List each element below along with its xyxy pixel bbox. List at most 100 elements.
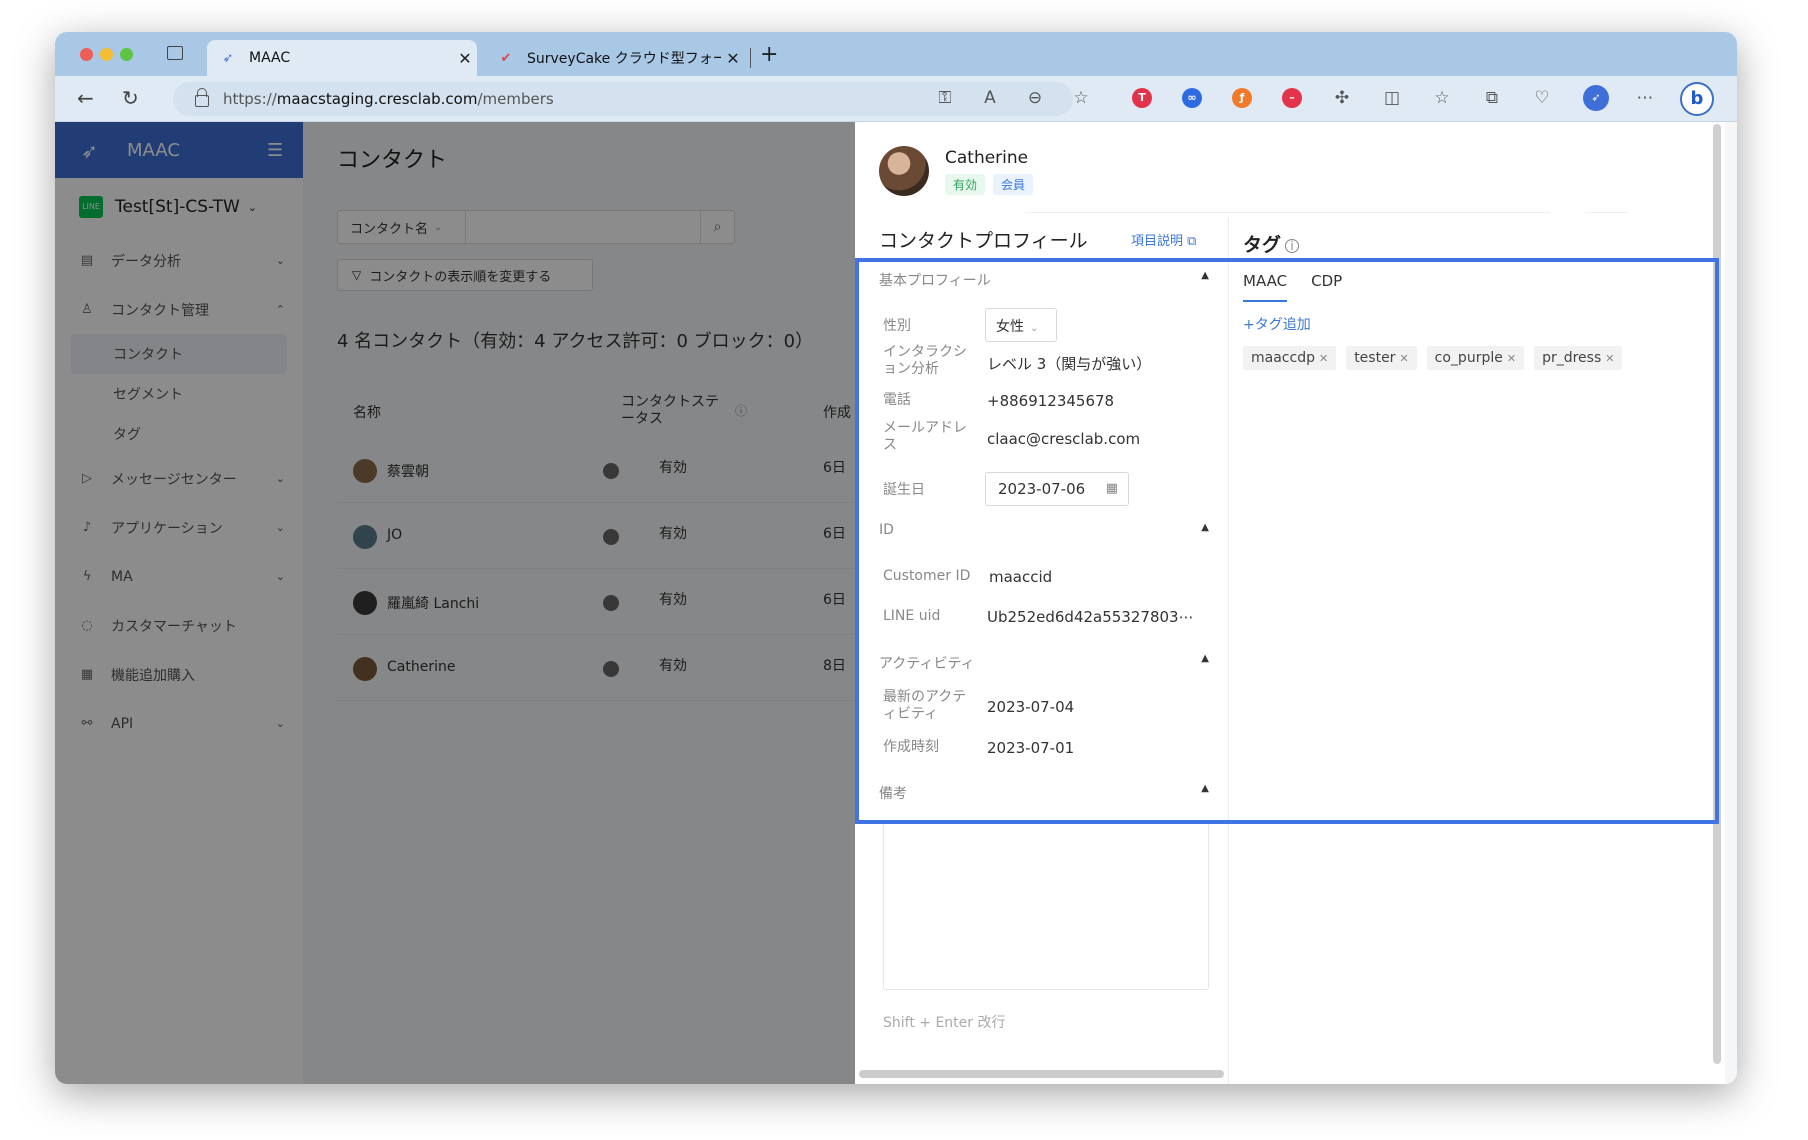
calendar-icon: ▦ xyxy=(1105,481,1118,496)
close-tab-icon[interactable]: ✕ xyxy=(721,49,745,68)
id-section-header[interactable]: ID ▲ xyxy=(879,522,1209,538)
extension-link-icon[interactable]: ∞ xyxy=(1182,88,1202,108)
memo-section-header[interactable]: 備考 ▲ xyxy=(879,783,1209,803)
search-icon[interactable]: ⌕ xyxy=(700,211,734,243)
chevron-up-icon: ▲ xyxy=(1201,270,1209,281)
field-description-link[interactable]: 項目説明 ⧉ xyxy=(1131,230,1196,249)
section-label: アクティビティ xyxy=(879,656,975,672)
horizontal-scrollbar[interactable] xyxy=(859,1070,1224,1078)
birthday-date-picker[interactable]: 2023-07-06 ▦ xyxy=(985,472,1129,506)
more-menu-icon[interactable]: ⋯ xyxy=(1633,88,1657,108)
address-bar: ← ↻ https://maacstaging.cresclab.com/mem… xyxy=(55,76,1737,122)
sidebar-subitem-tags[interactable]: タグ xyxy=(55,414,303,454)
sidebar-subitem-contacts[interactable]: コンタクト xyxy=(71,334,287,374)
tag-label: co_purple xyxy=(1434,350,1503,366)
contact-status: 有効 xyxy=(659,592,687,608)
send-icon: ▷ xyxy=(82,471,92,486)
remove-tag-icon[interactable]: ✕ xyxy=(1605,352,1614,365)
search-filter: コンタクト名 ⌄ ⌕ xyxy=(337,210,735,244)
extension-minus-icon[interactable]: – xyxy=(1282,88,1302,108)
table-row[interactable]: Catherine 有効 8日 xyxy=(337,635,903,701)
tab-actions-icon[interactable] xyxy=(167,46,183,60)
tab-cdp-tags[interactable]: CDP xyxy=(1311,272,1342,302)
back-icon[interactable]: ← xyxy=(77,86,94,110)
remove-tag-icon[interactable]: ✕ xyxy=(1399,352,1408,365)
workspace-selector[interactable]: LINE Test[St]-CS-TW ⌄ xyxy=(55,178,303,236)
sidebar-subitem-label: タグ xyxy=(113,427,141,443)
sidebar-item-ma[interactable]: ϟ MA ⌄ xyxy=(55,552,303,601)
minimize-window-button[interactable] xyxy=(100,48,113,61)
sidebar-item-api[interactable]: ⚯ API ⌄ xyxy=(55,699,303,748)
sidebar-item-label: カスタマーチャット xyxy=(111,618,237,635)
tag-tabs: MAAC CDP xyxy=(1243,272,1342,302)
table-row[interactable]: JO 有効 6日 xyxy=(337,503,903,569)
split-screen-icon[interactable]: ◫ xyxy=(1380,88,1404,108)
contact-date: 6日 xyxy=(823,526,846,542)
zoom-out-icon[interactable]: ⊖ xyxy=(1023,88,1047,108)
tab-maac[interactable]: ➶ MAAC ✕ xyxy=(207,40,477,76)
table-row[interactable]: 羅嵐綺 Lanchi 有効 6日 xyxy=(337,569,903,635)
gender-select[interactable]: 女性 ⌄ xyxy=(985,308,1057,342)
profile-avatar-icon[interactable]: ➶ xyxy=(1583,85,1609,111)
extension-red-icon[interactable]: T xyxy=(1132,88,1152,108)
read-aloud-icon[interactable]: A xyxy=(978,88,1002,108)
tab-surveycake[interactable]: ✔ SurveyCake クラウド型フォー… ✕ xyxy=(485,40,745,76)
chevron-down-icon: ⌄ xyxy=(275,521,285,534)
chat-icon[interactable] xyxy=(603,661,619,677)
contact-name: JO xyxy=(387,527,403,543)
sidebar-item-customer-chat[interactable]: ◌ カスタマーチャット xyxy=(55,601,303,650)
contact-date: 8日 xyxy=(823,658,846,674)
collections-icon[interactable]: ⧉ xyxy=(1480,88,1504,108)
key-icon[interactable]: ⚿ xyxy=(933,88,957,108)
link-label: 項目説明 xyxy=(1131,234,1184,249)
link-icon: ⚯ xyxy=(81,716,93,731)
add-tag-button[interactable]: +タグ追加 xyxy=(1243,314,1311,334)
hamburger-menu-icon[interactable]: ☰ xyxy=(267,140,283,161)
chevron-up-icon: ▲ xyxy=(1201,522,1209,533)
chat-icon[interactable] xyxy=(603,529,619,545)
section-label: ID xyxy=(879,522,894,538)
info-icon[interactable]: i xyxy=(1285,238,1300,253)
sidebar-subitem-label: コンタクト xyxy=(113,347,183,363)
sidebar-item-message-center[interactable]: ▷ メッセージセンター ⌄ xyxy=(55,454,303,503)
chat-icon[interactable] xyxy=(603,463,619,479)
remove-tag-icon[interactable]: ✕ xyxy=(1507,352,1516,365)
extension-orange-icon[interactable]: ƒ xyxy=(1232,88,1252,108)
email-value: claac@cresclab.com xyxy=(987,430,1141,448)
tab-maac-tags[interactable]: MAAC xyxy=(1243,272,1288,302)
close-window-button[interactable] xyxy=(80,48,93,61)
favorite-star-icon[interactable]: ☆ xyxy=(1069,88,1093,108)
health-icon[interactable]: ♡ xyxy=(1530,88,1554,108)
favorites-icon[interactable]: ☆ xyxy=(1430,88,1454,108)
sort-order-button[interactable]: ▽ コンタクトの表示順を変更する xyxy=(337,259,593,291)
extensions-puzzle-icon[interactable]: ✣ xyxy=(1330,88,1354,108)
maac-favicon-icon: ➶ xyxy=(222,50,234,66)
filter-type-select[interactable]: コンタクト名 ⌄ xyxy=(338,211,466,243)
sidebar-item-contact-management[interactable]: ♙ コンタクト管理 ⌃ xyxy=(55,285,303,334)
line-uid-value: Ub252ed6d42a55327803⋯ xyxy=(987,608,1194,626)
basic-profile-section-header[interactable]: 基本プロフィール ▲ xyxy=(879,270,1209,290)
close-tab-icon[interactable]: ✕ xyxy=(453,49,477,68)
sidebar-item-add-features[interactable]: ▦ 機能追加購入 xyxy=(55,650,303,699)
new-tab-icon[interactable]: + xyxy=(760,42,778,67)
activity-section-header[interactable]: アクティビティ ▲ xyxy=(879,653,1209,673)
sidebar-subitem-segments[interactable]: セグメント xyxy=(55,374,303,414)
contact-list-panel: コンタクト コンタクト名 ⌄ ⌕ ▽ コンタクトの表示順を変更する 4 名コンタクト… xyxy=(303,122,903,1084)
birthday-label: 誕生日 xyxy=(883,482,925,498)
url-field[interactable]: https://maacstaging.cresclab.com/members… xyxy=(173,82,1089,116)
table-row[interactable]: 蔡雲朝 有効 6日 xyxy=(337,437,903,503)
memo-textarea[interactable] xyxy=(883,822,1209,990)
reload-icon[interactable]: ↻ xyxy=(122,86,139,110)
chat-icon[interactable] xyxy=(603,595,619,611)
vertical-scrollbar[interactable] xyxy=(1713,124,1721,1064)
contact-summary: 4 名コンタクト（有効：4 アクセス許可：0 ブロック：0） xyxy=(337,331,814,352)
bing-copilot-icon[interactable]: b xyxy=(1680,82,1714,116)
info-icon[interactable]: ⓘ xyxy=(735,402,747,419)
sidebar-item-applications[interactable]: ♪ アプリケーション ⌄ xyxy=(55,503,303,552)
maximize-window-button[interactable] xyxy=(120,48,133,61)
sidebar-item-analytics[interactable]: ▤ データ分析 ⌄ xyxy=(55,236,303,285)
sidebar-item-label: コンタクト管理 xyxy=(111,302,209,319)
tag-chip: tester ✕ xyxy=(1346,346,1417,370)
divider xyxy=(1025,212,1550,213)
remove-tag-icon[interactable]: ✕ xyxy=(1319,352,1328,365)
